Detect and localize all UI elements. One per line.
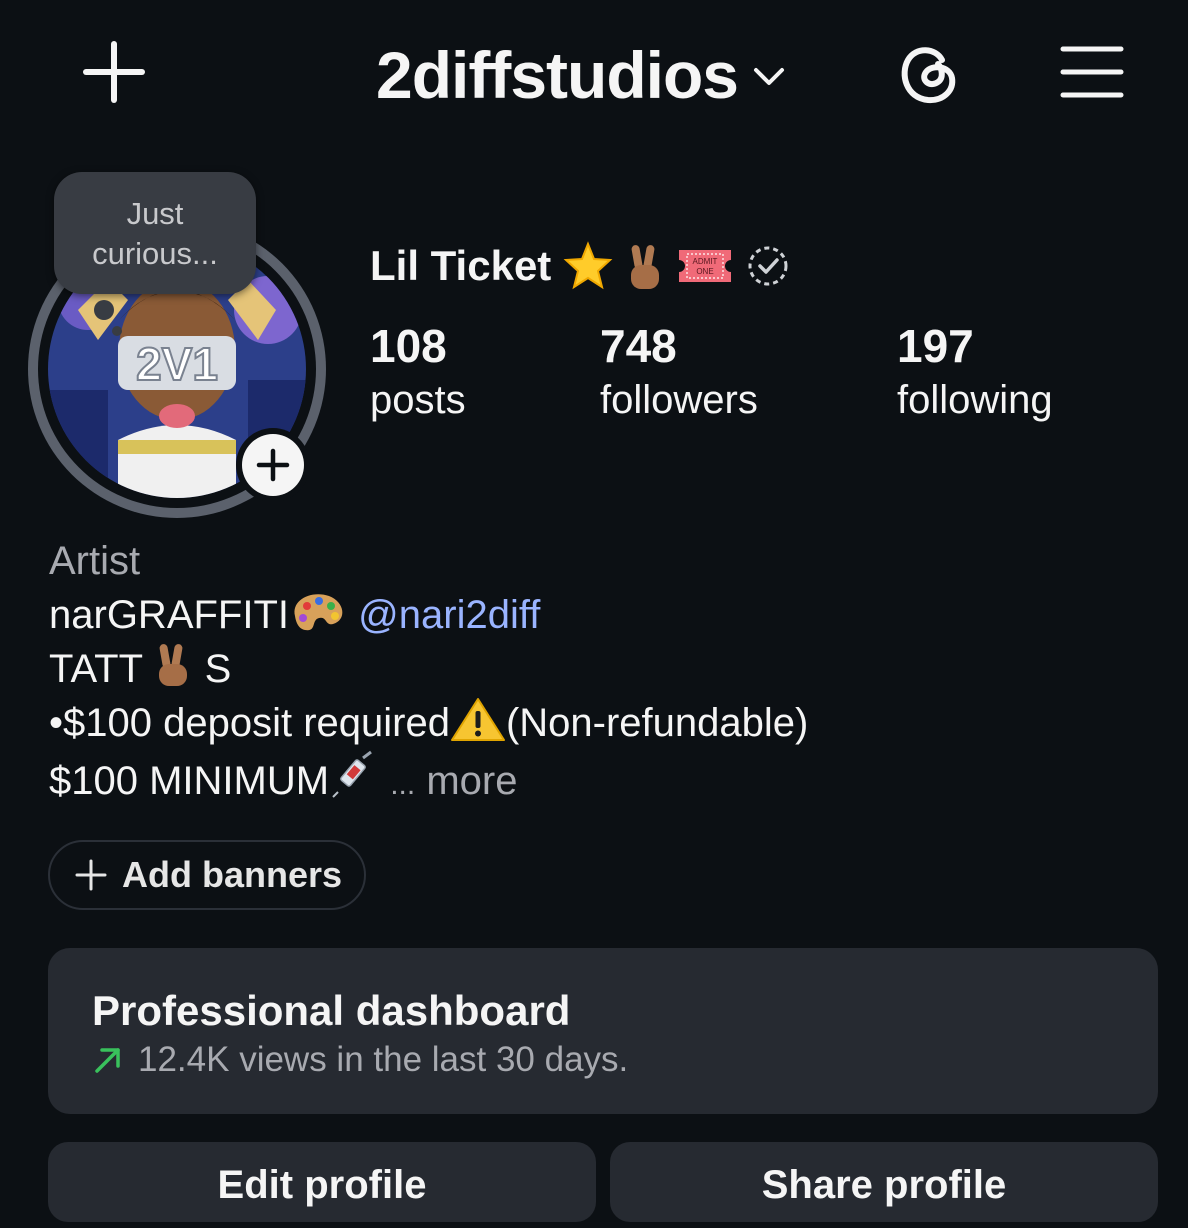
bio-more-link[interactable]: more — [426, 759, 517, 803]
add-story-button[interactable] — [242, 434, 304, 496]
display-name: Lil Ticket — [370, 242, 552, 289]
ticket-text-bottom: ONE — [697, 267, 714, 276]
threads-icon — [901, 47, 956, 104]
bio-line-3: •$100 deposit required (Non-refundable) — [49, 696, 808, 750]
display-name-row: Lil Ticket ADMIT ONE — [370, 236, 791, 296]
warning-icon — [450, 698, 505, 741]
note-text-line1: Just — [126, 196, 184, 231]
trend-up-arrow-icon — [95, 1048, 120, 1073]
bio-line2-part-a: TATT — [49, 647, 143, 691]
bio-category: Artist — [49, 539, 141, 583]
edit-profile-button[interactable]: Edit profile — [48, 1142, 596, 1222]
threads-button[interactable] — [896, 40, 962, 106]
bio-line-2: TATT S — [49, 642, 808, 696]
stat-posts-label: posts — [370, 378, 466, 422]
menu-icon — [1060, 46, 1124, 98]
dashboard-title: Professional dashboard — [92, 987, 571, 1034]
create-plus-button[interactable] — [82, 40, 146, 104]
bio-line-1: narGRAFFITI @nari2diff — [49, 588, 808, 642]
dashboard-subtitle: 12.4K views in the last 30 days. — [138, 1040, 629, 1079]
bio-line1-text: narGRAFFITI — [49, 593, 290, 637]
note-bubble-tail — [94, 300, 114, 320]
share-profile-button[interactable]: Share profile — [610, 1142, 1158, 1222]
stat-following-value: 197 — [897, 320, 974, 372]
bio-ellipsis: ... — [390, 768, 416, 801]
stat-followers-label: followers — [600, 378, 758, 422]
stat-following[interactable]: 197 following — [897, 318, 1053, 426]
admit-one-ticket-icon: ADMIT ONE — [679, 250, 732, 282]
account-switcher[interactable]: 2diffstudios — [376, 36, 786, 114]
stat-posts[interactable]: 108 posts — [370, 318, 466, 426]
bio-line-4: $100 MINIMUM ... more — [49, 750, 808, 812]
bio-line2-part-b: S — [204, 647, 232, 691]
bio-mention-link[interactable]: @nari2diff — [358, 593, 540, 637]
add-banners-button[interactable]: Add banners — [48, 840, 366, 910]
victory-hand-icon — [631, 245, 660, 289]
stat-followers-value: 748 — [600, 320, 677, 372]
plus-icon — [83, 41, 145, 103]
ticket-text-top: ADMIT — [693, 257, 718, 266]
professional-dashboard-card[interactable]: Professional dashboard 12.4K views in th… — [48, 948, 1158, 1114]
note-text-line2: curious... — [92, 236, 218, 271]
stat-posts-value: 108 — [370, 320, 447, 372]
username-title: 2diffstudios — [376, 38, 739, 112]
note-bubble[interactable]: Just curious... — [54, 172, 256, 294]
victory-hand-icon — [159, 644, 188, 686]
menu-button[interactable] — [1060, 44, 1124, 100]
stat-following-label: following — [897, 378, 1053, 422]
star-icon — [563, 241, 613, 290]
bio-line3-part-a: •$100 deposit required — [49, 701, 450, 745]
add-banners-label: Add banners — [122, 854, 343, 895]
note-bubble-tail-small — [112, 326, 122, 336]
chevron-down-icon — [754, 68, 784, 85]
stat-followers[interactable]: 748 followers — [600, 318, 758, 426]
svg-text:2V1: 2V1 — [136, 338, 218, 390]
verified-badge-icon[interactable] — [745, 243, 791, 289]
bio: Artist narGRAFFITI @nari2diff TATT S •$1… — [49, 534, 808, 812]
artist-palette-icon — [294, 594, 343, 631]
syringe-icon — [332, 750, 372, 798]
bio-line4-text: $100 MINIMUM — [49, 759, 330, 803]
bio-line3-part-b: (Non-refundable) — [505, 701, 809, 745]
plus-icon — [256, 448, 290, 482]
plus-icon — [75, 859, 107, 891]
dashboard-subtitle-row: 12.4K views in the last 30 days. — [92, 1036, 1158, 1084]
